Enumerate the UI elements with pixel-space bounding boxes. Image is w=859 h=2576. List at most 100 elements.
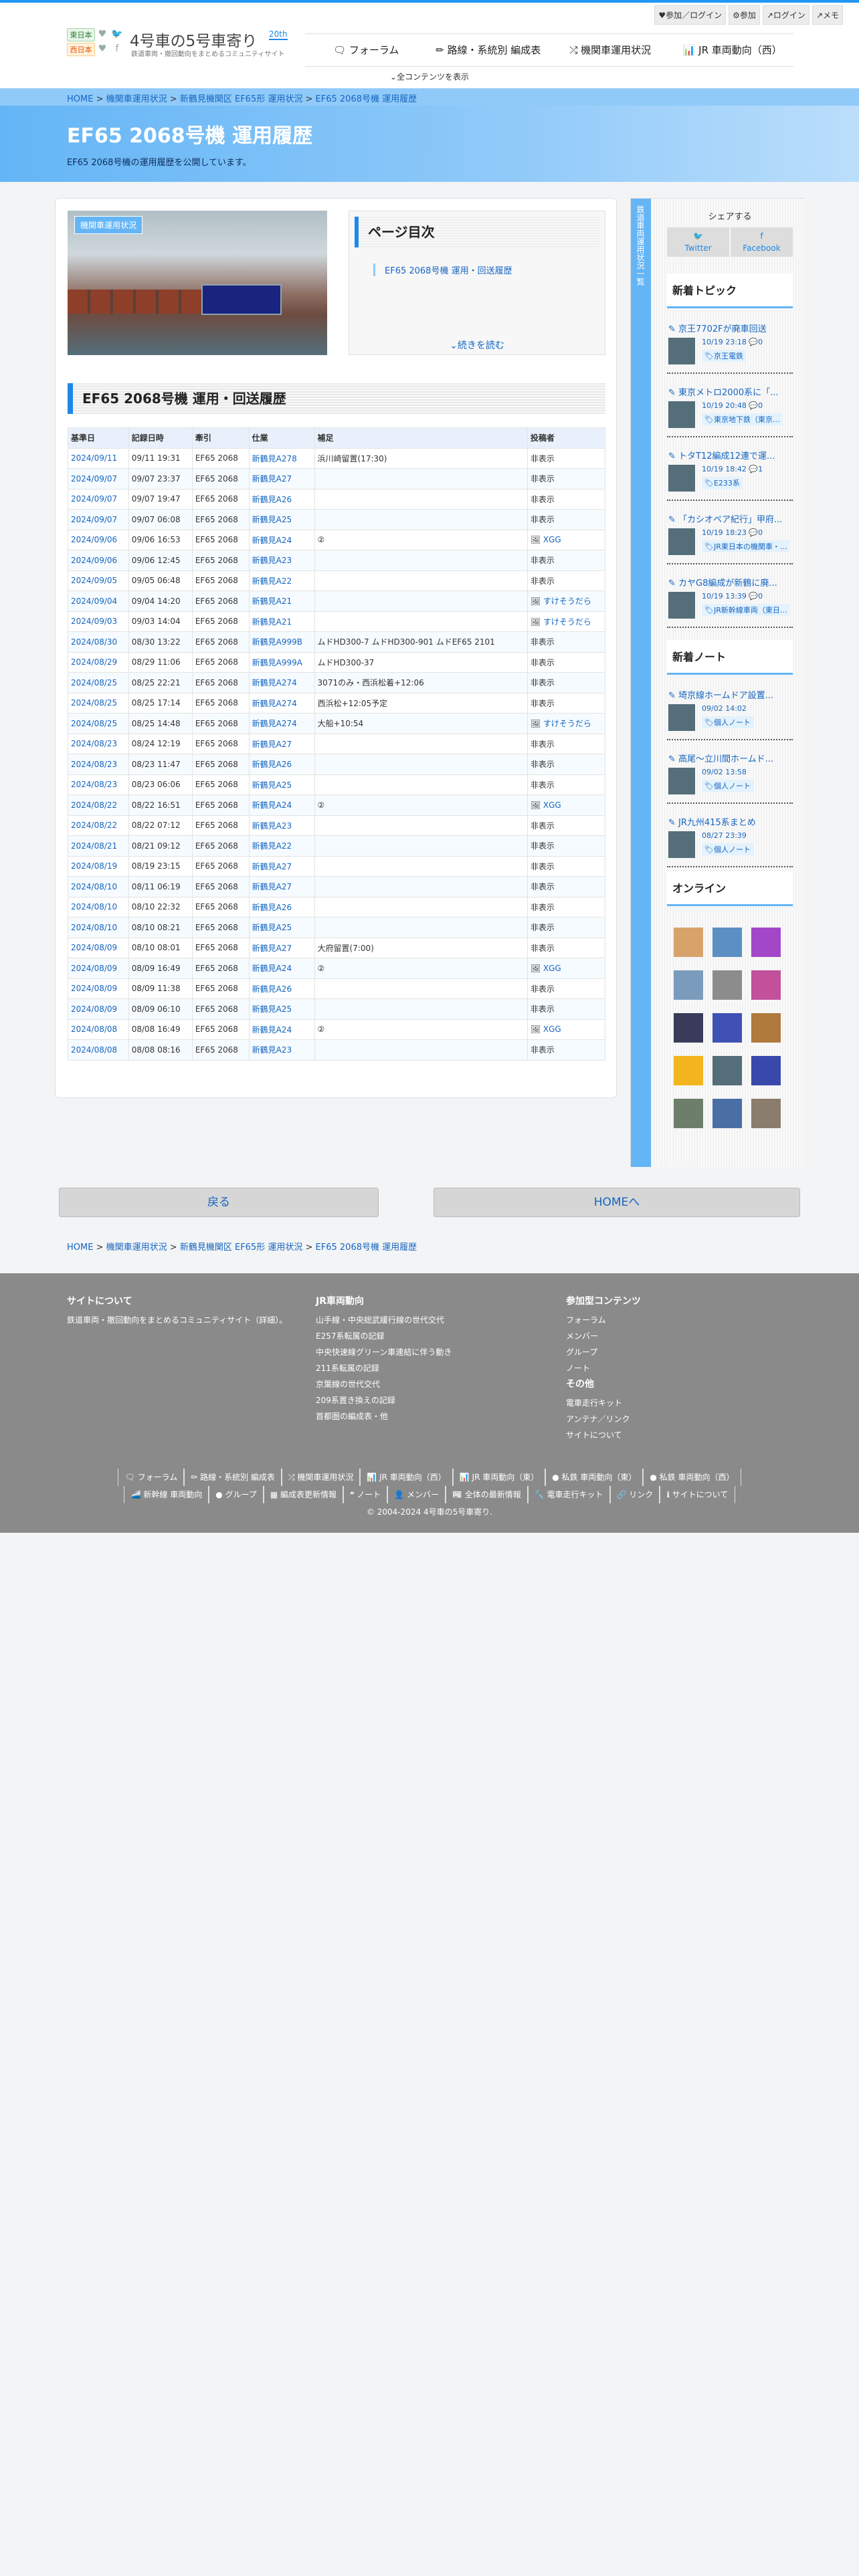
breadcrumb-depot[interactable]: 新鶴見機関区 EF65形 運用状況 xyxy=(180,94,303,104)
topic-item[interactable]: ✎ 「カシオペア紀行」甲府... 10/19 18:23 💬0 🏷JR東日本の機関車… xyxy=(667,510,793,564)
footer-link[interactable]: ノート xyxy=(566,1360,641,1376)
item-title[interactable]: ✎ 東京メトロ2000系に「... xyxy=(668,385,791,398)
footer-nav-link[interactable]: 📊 JR 車両動向（西） xyxy=(359,1469,454,1486)
footer-link[interactable]: サイトについて xyxy=(566,1427,641,1443)
table-link[interactable]: 2024/08/23 xyxy=(71,780,117,789)
item-thumbnail[interactable] xyxy=(668,465,695,492)
item-title[interactable]: ✎ 埼京線ホームドア設置... xyxy=(668,688,791,701)
table-link[interactable]: 新鶴見A27 xyxy=(252,474,292,484)
table-link[interactable]: 2024/08/08 xyxy=(71,1025,117,1034)
avatar[interactable] xyxy=(674,928,703,957)
table-link[interactable]: 2024/08/09 xyxy=(71,984,117,993)
footer-link[interactable]: 京葉線の世代交代 xyxy=(316,1376,452,1392)
footer-nav-link[interactable]: 🚄 新幹線 車両動向 xyxy=(123,1486,210,1503)
join-link[interactable]: ⚙参加 xyxy=(729,5,760,25)
note-item[interactable]: ✎ JR九州415系まとめ 08/27 23:39 🏷個人ノート xyxy=(667,813,793,867)
item-title[interactable]: ✎ カヤG8編成が新鶴に廃... xyxy=(668,576,791,588)
table-link[interactable]: 2024/09/06 xyxy=(71,535,117,544)
poster-link[interactable]: XGG xyxy=(543,1025,561,1034)
twitter-share-button[interactable]: 🐦 Twitter xyxy=(667,227,729,257)
join-login-link[interactable]: ♥参加／ログイン xyxy=(654,5,727,25)
table-link[interactable]: 新鶴見A27 xyxy=(252,944,292,953)
footer-nav-link[interactable]: 🔧 電車走行キット xyxy=(527,1486,611,1503)
footer-nav-link[interactable]: 🔗 リンク xyxy=(609,1486,661,1503)
table-link[interactable]: 新鶴見A23 xyxy=(252,1045,292,1055)
footer-link[interactable]: アンテナ／リンク xyxy=(566,1411,641,1427)
facebook-share-button[interactable]: f Facebook xyxy=(731,227,793,257)
topic-item[interactable]: ✎ トタT12編成12連で運... 10/19 18:42 💬1 🏷E233系 xyxy=(667,446,793,501)
poster-link[interactable]: すけそうだら xyxy=(543,719,591,728)
avatar[interactable] xyxy=(674,1056,703,1085)
table-link[interactable]: 2024/08/09 xyxy=(71,943,117,952)
heart-icon[interactable]: ♥ xyxy=(96,28,108,40)
table-link[interactable]: 新鶴見A26 xyxy=(252,760,292,769)
table-link[interactable]: 2024/08/22 xyxy=(71,821,117,830)
footer-nav-link[interactable]: 📊 JR 車両動向（東） xyxy=(452,1469,547,1486)
table-link[interactable]: 新鶴見A25 xyxy=(252,515,292,524)
footer-link[interactable]: 中央快速線グリーン車連結に伴う動き xyxy=(316,1344,452,1360)
table-link[interactable]: 2024/08/22 xyxy=(71,800,117,810)
avatar[interactable] xyxy=(712,970,742,1000)
footer-link[interactable]: 209系置き換えの記録 xyxy=(316,1392,452,1408)
table-link[interactable]: 新鶴見A23 xyxy=(252,821,292,831)
footer-link[interactable]: グループ xyxy=(566,1344,641,1360)
footer-nav-link[interactable]: ❝ ノート xyxy=(342,1486,389,1503)
footer-link[interactable]: メンバー xyxy=(566,1328,641,1344)
table-link[interactable]: 2024/08/29 xyxy=(71,657,117,667)
table-link[interactable]: 2024/08/25 xyxy=(71,719,117,728)
footer-nav-link[interactable]: ● グループ xyxy=(208,1486,264,1503)
table-link[interactable]: 新鶴見A24 xyxy=(252,964,292,973)
table-link[interactable]: 新鶴見A27 xyxy=(252,882,292,891)
item-category[interactable]: 🏷個人ノート xyxy=(702,843,753,855)
table-link[interactable]: 新鶴見A23 xyxy=(252,556,292,565)
table-link[interactable]: 新鶴見A27 xyxy=(252,740,292,749)
breadcrumb-current[interactable]: EF65 2068号機 運用履歴 xyxy=(316,1243,417,1253)
item-thumbnail[interactable] xyxy=(668,768,695,794)
item-thumbnail[interactable] xyxy=(668,592,695,619)
home-button[interactable]: HOMEへ xyxy=(434,1188,800,1217)
site-logo[interactable]: 東日本 西日本 ♥ ♥ 🐦 f 4号車の5号車寄り 20th 鉄道車両・撤回動向… xyxy=(67,25,288,59)
table-link[interactable]: 2024/09/03 xyxy=(71,617,117,626)
item-category[interactable]: 🏷E233系 xyxy=(702,477,743,489)
table-link[interactable]: 2024/08/23 xyxy=(71,739,117,748)
show-all-toggle[interactable]: ⌄全コンテンツを表示 xyxy=(0,71,859,82)
table-link[interactable]: 2024/08/10 xyxy=(71,923,117,932)
table-link[interactable]: 新鶴見A24 xyxy=(252,536,292,545)
poster-link[interactable]: XGG xyxy=(543,800,561,810)
item-thumbnail[interactable] xyxy=(668,831,695,858)
table-link[interactable]: 2024/09/06 xyxy=(71,556,117,565)
table-link[interactable]: 2024/08/09 xyxy=(71,1004,117,1014)
read-more-link[interactable]: ⌄続きを読む xyxy=(349,338,605,352)
item-title[interactable]: ✎ 京王7702Fが廃車回送 xyxy=(668,322,791,334)
table-link[interactable]: 新鶴見A26 xyxy=(252,903,292,912)
table-link[interactable]: 2024/08/25 xyxy=(71,698,117,708)
category-label[interactable]: 機関車運用状況 xyxy=(74,216,143,234)
table-link[interactable]: 新鶴見A22 xyxy=(252,841,292,851)
table-link[interactable]: 新鶴見A274 xyxy=(252,678,297,687)
footer-nav-link[interactable]: ⤮ 機関車運用状況 xyxy=(280,1469,361,1486)
item-category[interactable]: 🏷JR東日本の機関車・... xyxy=(702,540,790,552)
footer-link[interactable]: 首都圏の編成表・他 xyxy=(316,1408,452,1424)
table-link[interactable]: 新鶴見A278 xyxy=(252,454,297,463)
item-thumbnail[interactable] xyxy=(668,528,695,555)
table-link[interactable]: 新鶴見A25 xyxy=(252,1004,292,1014)
poster-link[interactable]: XGG xyxy=(543,964,561,973)
table-link[interactable]: 2024/08/10 xyxy=(71,882,117,891)
item-title[interactable]: ✎ 高尾〜立川間ホームド... xyxy=(668,752,791,764)
item-category[interactable]: 🏷東京地下鉄（東京... xyxy=(702,413,783,425)
topic-item[interactable]: ✎ 東京メトロ2000系に「... 10/19 20:48 💬0 🏷東京地下鉄（東京… xyxy=(667,383,793,437)
twitter-icon[interactable]: 🐦 xyxy=(111,28,123,40)
footer-link[interactable]: E257系転属の記録 xyxy=(316,1328,452,1344)
table-link[interactable]: 2024/09/07 xyxy=(71,515,117,524)
sidebar-vertical-band[interactable]: 鉄道車両運用状況一覧 xyxy=(631,199,651,1167)
footer-nav-link[interactable]: ✏ 路線・系統別 編成表 xyxy=(183,1469,282,1486)
item-title[interactable]: ✎ JR九州415系まとめ xyxy=(668,815,791,828)
item-thumbnail[interactable] xyxy=(668,338,695,364)
breadcrumb-current[interactable]: EF65 2068号機 運用履歴 xyxy=(316,94,417,104)
table-link[interactable]: 新鶴見A21 xyxy=(252,597,292,606)
table-link[interactable]: 新鶴見A26 xyxy=(252,495,292,504)
footer-nav-link[interactable]: 👤 メンバー xyxy=(387,1486,447,1503)
item-title[interactable]: ✎ トタT12編成12連で運... xyxy=(668,449,791,461)
table-link[interactable]: 新鶴見A274 xyxy=(252,719,297,728)
nav-jr-west[interactable]: 📊 JR 車両動向（西） xyxy=(672,34,794,66)
